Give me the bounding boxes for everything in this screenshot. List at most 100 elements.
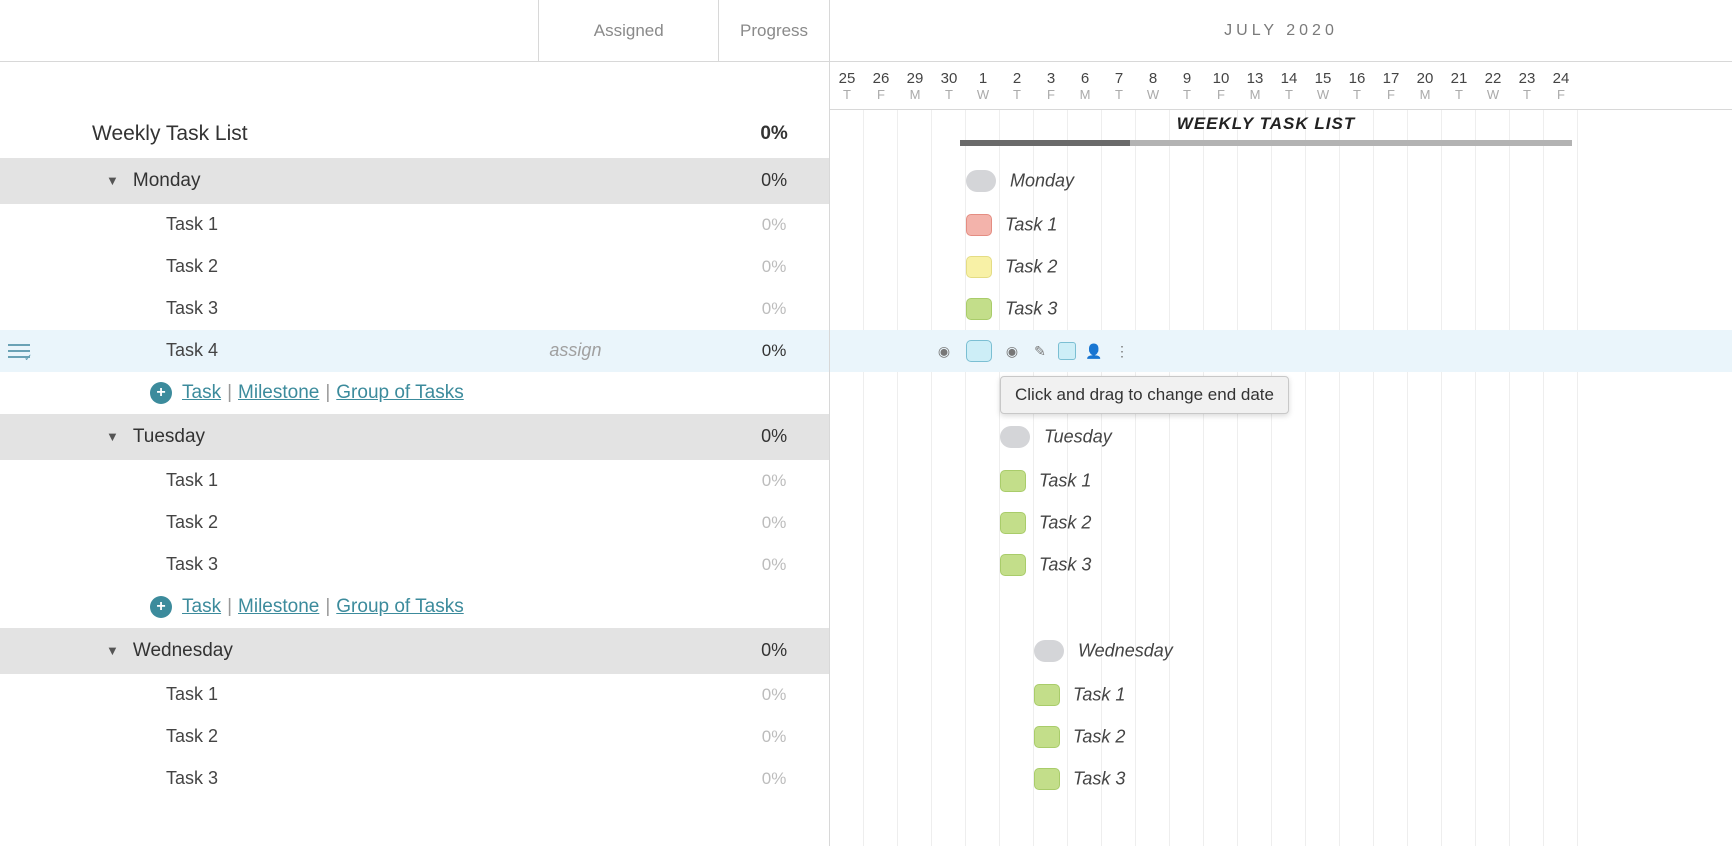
edit-pencil-icon[interactable]: ✎ [1030,341,1050,361]
day-number: 30 [941,70,958,87]
day-number: 24 [1553,70,1570,87]
task-bar[interactable]: Task 2 [966,256,992,278]
day-number: 9 [1183,70,1191,87]
task-row[interactable]: Task 2 0% [0,716,829,758]
add-milestone-link[interactable]: Milestone [238,382,319,404]
gantt-task-row-selected: ◉ ◉ ✎ 👤 ⋮ [830,330,1732,372]
day-col[interactable]: 2T [1000,62,1034,109]
task-row-selected[interactable]: Task 4 assign 0% [0,330,829,372]
spacer-row [0,62,829,110]
day-number: 15 [1315,70,1332,87]
day-col[interactable]: 14T [1272,62,1306,109]
task-bar[interactable]: Task 3 [966,298,992,320]
day-col[interactable]: 8W [1136,62,1170,109]
day-col[interactable]: 15W [1306,62,1340,109]
day-number: 13 [1247,70,1264,87]
task-list-header: Assigned Progress [0,0,829,62]
day-col[interactable]: 16T [1340,62,1374,109]
day-col[interactable]: 3F [1034,62,1068,109]
task-list-rows: Weekly Task List 0% ▼ Monday 0% Task 1 0%… [0,62,829,846]
day-of-week: T [1183,87,1191,102]
day-col[interactable]: 22W [1476,62,1510,109]
day-col[interactable]: 6M [1068,62,1102,109]
day-of-week: M [910,87,921,102]
task-list-panel: Assigned Progress Weekly Task List 0% ▼ M… [0,0,830,846]
day-of-week: F [1047,87,1055,102]
day-col[interactable]: 24F [1544,62,1578,109]
day-pill-label: Monday [1010,171,1074,192]
task-bar[interactable]: Task 1 [966,214,992,236]
project-bar[interactable]: WEEKLY TASK LIST [960,140,1572,146]
add-icon[interactable]: + [150,382,172,404]
add-group-link[interactable]: Group of Tasks [336,382,463,404]
day-number: 17 [1383,70,1400,87]
assign-person-icon[interactable]: 👤 [1084,341,1104,361]
day-pill[interactable]: Wednesday [1034,640,1064,662]
day-of-week: W [1487,87,1499,102]
task-bar[interactable]: Task 1 [1000,470,1026,492]
gantt-task-row: Task 1 [830,460,1732,502]
day-number: 25 [839,70,856,87]
add-task-link[interactable]: Task [182,596,221,618]
gantt-day-row: Tuesday [830,414,1732,460]
caret-down-icon[interactable]: ▼ [106,429,119,444]
add-group-link[interactable]: Group of Tasks [336,596,463,618]
task-row[interactable]: Task 1 0% [0,204,829,246]
day-of-week: T [1013,87,1021,102]
add-milestone-link[interactable]: Milestone [238,596,319,618]
day-group-row[interactable]: ▼ Monday 0% [0,158,829,204]
day-group-name: Monday [133,170,201,192]
caret-down-icon[interactable]: ▼ [106,643,119,658]
day-pill[interactable]: Monday [966,170,996,192]
task-row[interactable]: Task 2 0% [0,246,829,288]
gantt-project-row: WEEKLY TASK LIST [830,110,1732,158]
day-col[interactable]: 30T [932,62,966,109]
header-progress-col: Progress [719,0,829,61]
task-row[interactable]: Task 3 0% [0,544,829,586]
color-swatch-icon[interactable] [1058,342,1076,360]
day-col[interactable]: 29M [898,62,932,109]
day-of-week: F [1217,87,1225,102]
day-of-week: T [945,87,953,102]
day-group-row[interactable]: ▼Wednesday 0% [0,628,829,674]
day-col[interactable]: 23T [1510,62,1544,109]
project-row[interactable]: Weekly Task List 0% [0,110,829,158]
day-col[interactable]: 20M [1408,62,1442,109]
gantt-task-row: Task 3 [830,758,1732,800]
day-group-row[interactable]: ▼Tuesday 0% [0,414,829,460]
task-row[interactable]: Task 1 0% [0,460,829,502]
day-col[interactable]: 21T [1442,62,1476,109]
day-col[interactable]: 10F [1204,62,1238,109]
task-bar[interactable]: Task 2 [1000,512,1026,534]
caret-down-icon[interactable]: ▼ [106,173,119,188]
drag-start-handle-icon[interactable]: ◉ [934,341,954,361]
task-progress: 0% [719,769,829,789]
day-col[interactable]: 25T [830,62,864,109]
day-col[interactable]: 17F [1374,62,1408,109]
task-bar-selected[interactable] [966,340,992,362]
task-bar[interactable]: Task 1 [1034,684,1060,706]
more-dots-icon[interactable]: ⋮ [1112,341,1132,361]
task-row[interactable]: Task 3 0% [0,758,829,800]
drag-end-handle-icon[interactable]: ◉ [1002,341,1022,361]
day-col[interactable]: 9T [1170,62,1204,109]
day-col[interactable]: 7T [1102,62,1136,109]
add-icon[interactable]: + [150,596,172,618]
task-row[interactable]: Task 3 0% [0,288,829,330]
task-row[interactable]: Task 1 0% [0,674,829,716]
add-task-link[interactable]: Task [182,382,221,404]
task-name: Task 1 [166,214,218,235]
task-progress: 0% [719,257,829,277]
task-bar-label: Task 3 [1073,769,1125,790]
day-col[interactable]: 26F [864,62,898,109]
task-bar[interactable]: Task 2 [1034,726,1060,748]
day-pill[interactable]: Tuesday [1000,426,1030,448]
assign-placeholder[interactable]: assign [549,340,601,361]
task-row[interactable]: Task 2 0% [0,502,829,544]
task-bar[interactable]: Task 3 [1034,768,1060,790]
day-col[interactable]: 1W [966,62,1000,109]
day-group-progress: 0% [719,170,829,191]
task-name: Task 1 [166,470,218,491]
task-bar[interactable]: Task 3 [1000,554,1026,576]
day-col[interactable]: 13M [1238,62,1272,109]
